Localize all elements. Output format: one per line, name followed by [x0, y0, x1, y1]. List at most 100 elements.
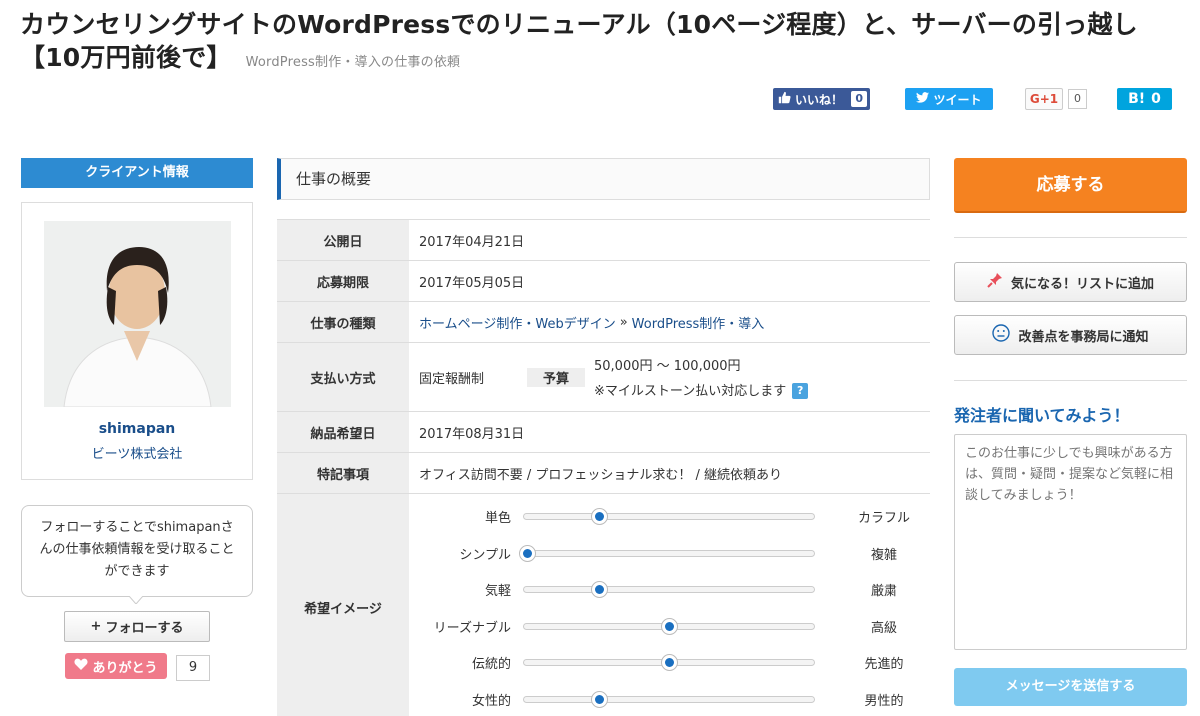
- slider-right-label: 先進的: [864, 657, 904, 672]
- slider-left-label: シンプル: [459, 547, 511, 563]
- published-label: 公開日: [277, 220, 409, 260]
- slider-left-label: 伝統的: [471, 657, 511, 672]
- table-row: 仕事の種類 ホームページ制作・Webデザイン » WordPress制作・導入: [277, 302, 930, 343]
- bubble-tail: [129, 596, 143, 604]
- table-row: 納品希望日 2017年08月31日: [277, 412, 930, 453]
- follow-button-label: フォローする: [105, 621, 184, 636]
- report-button[interactable]: 改善点を事務局に通知: [954, 315, 1187, 355]
- client-card: shimapan ビーツ株式会社: [21, 202, 253, 480]
- divider: [954, 380, 1187, 381]
- thanks-count: 9: [176, 655, 210, 681]
- tweet-label: ツイート: [933, 92, 982, 107]
- table-row: 支払い方式 固定報酬制 予算 50,000円 〜 100,000円 ※マイルスト…: [277, 343, 930, 412]
- slider-knob: [591, 690, 609, 708]
- question-textarea[interactable]: [954, 434, 1187, 650]
- breadcrumb-separator: »: [619, 314, 628, 330]
- google-plus-count: 0: [1068, 89, 1087, 109]
- add-to-list-button[interactable]: 気になる！リストに追加: [954, 262, 1187, 302]
- image-slider: リーズナブル 高級: [409, 608, 930, 645]
- hatena-bookmark-button[interactable]: B! 0: [1117, 88, 1172, 110]
- image-slider: 単色 カラフル: [409, 498, 930, 535]
- image-sliders: 単色 カラフル シンプル 複雑 気軽 厳粛 リーズナブル 高級 伝統的 先進的 …: [409, 494, 930, 716]
- budget-range: 50,000円 〜 100,000円: [594, 358, 741, 374]
- follow-info-text: フォローすることでshimapanさんの仕事依頼情報を受け取ることができます: [39, 520, 235, 579]
- client-info-header: クライアント情報: [21, 158, 253, 188]
- budget-label: 予算: [527, 367, 585, 387]
- notes-label: 特記事項: [277, 453, 409, 493]
- slider-track: [523, 581, 815, 598]
- notes-value: オフィス訪問不要 / プロフェッショナル求む！ / 継続依頼あり: [419, 467, 783, 483]
- hatena-label: B!: [1128, 91, 1146, 107]
- help-icon[interactable]: ?: [792, 383, 809, 400]
- slider-knob: [661, 617, 678, 635]
- job-subcategory-link[interactable]: WordPress制作・導入: [632, 313, 765, 332]
- image-slider: 女性的 男性的: [409, 681, 930, 716]
- neutral-face-icon: [992, 324, 1011, 346]
- tweet-button[interactable]: ツイート: [905, 88, 993, 110]
- image-label: 希望イメージ: [277, 494, 409, 716]
- table-row: 希望イメージ 単色 カラフル シンプル 複雑 気軽 厳粛 リーズナブル 高級 伝…: [277, 494, 930, 716]
- slider-knob: [591, 508, 609, 525]
- like-count: 0: [851, 91, 867, 107]
- slider-right-label: 複雑: [870, 547, 897, 563]
- job-category[interactable]: WordPress制作・導入の仕事の依頼: [246, 55, 461, 70]
- published-date: 2017年04月21日: [419, 234, 525, 250]
- add-to-list-label: 気になる！リストに追加: [1010, 276, 1154, 292]
- slider-track: [523, 690, 815, 708]
- slider-left-label: リーズナブル: [433, 620, 511, 636]
- avatar[interactable]: [44, 221, 231, 407]
- slider-left-label: 女性的: [471, 693, 511, 709]
- slider-knob: [661, 654, 678, 671]
- hatena-count: 0: [1151, 91, 1161, 107]
- page-title: カウンセリングサイトのWordPressでのリニューアル（10ページ程度）と、サ…: [20, 8, 1190, 79]
- slider-track: [523, 508, 815, 525]
- slider-left-label: 気軽: [484, 584, 511, 599]
- divider: [954, 237, 1187, 238]
- ask-title: 発注者に聞いてみよう！: [954, 406, 1130, 425]
- thumbs-up-icon: [773, 91, 795, 107]
- slider-right-label: 男性的: [864, 693, 904, 709]
- send-message-button[interactable]: メッセージを送信する: [954, 668, 1187, 706]
- image-slider: シンプル 複雑: [409, 535, 930, 572]
- job-detail-table: 公開日 2017年04月21日 応募期限 2017年05月05日 仕事の種類 ホ…: [277, 219, 930, 716]
- job-type-label: 仕事の種類: [277, 302, 409, 342]
- table-row: 特記事項 オフィス訪問不要 / プロフェッショナル求む！ / 継続依頼あり: [277, 453, 930, 494]
- apply-button[interactable]: 応募する: [954, 158, 1187, 213]
- job-category-link[interactable]: ホームページ制作・Webデザイン: [419, 313, 616, 332]
- follow-button[interactable]: + フォローする: [64, 611, 210, 642]
- job-type-value: ホームページ制作・Webデザイン » WordPress制作・導入: [409, 302, 930, 342]
- delivery-date: 2017年08月31日: [419, 426, 525, 442]
- payment-value: 固定報酬制 予算 50,000円 〜 100,000円 ※マイルストーン払い対応…: [409, 343, 930, 411]
- deadline-label: 応募期限: [277, 261, 409, 301]
- table-row: 応募期限 2017年05月05日: [277, 261, 930, 302]
- facebook-like-button[interactable]: いいね！ 0: [773, 88, 870, 110]
- slider-right-label: カラフル: [857, 511, 910, 526]
- deadline-date: 2017年05月05日: [419, 275, 525, 291]
- delivery-label: 納品希望日: [277, 412, 409, 452]
- page-header: カウンセリングサイトのWordPressでのリニューアル（10ページ程度）と、サ…: [20, 8, 1190, 79]
- report-label: 改善点を事務局に通知: [1018, 329, 1149, 345]
- twitter-bird-icon: [916, 92, 930, 106]
- milestone-text: ※マイルストーン払い対応します: [594, 383, 787, 399]
- slider-knob: [591, 581, 609, 598]
- client-company[interactable]: ビーツ株式会社: [22, 443, 252, 462]
- job-summary-header: 仕事の概要: [277, 158, 930, 200]
- milestone-note: ※マイルストーン払い対応します?: [594, 380, 930, 400]
- slider-track: [523, 654, 815, 671]
- image-slider: 気軽 厳粛: [409, 571, 930, 608]
- client-username[interactable]: shimapan: [22, 421, 252, 437]
- payment-method: 固定報酬制: [419, 371, 485, 387]
- slider-knob: [518, 544, 536, 562]
- payment-label: 支払い方式: [277, 343, 409, 411]
- google-plus-button[interactable]: G+1 0: [1025, 88, 1091, 110]
- slider-track: [518, 544, 815, 562]
- follow-info-bubble: フォローすることでshimapanさんの仕事依頼情報を受け取ることができます: [21, 505, 253, 597]
- plus-icon: +: [90, 619, 102, 634]
- like-label: いいね！: [795, 92, 844, 107]
- slider-right-label: 高級: [870, 620, 897, 636]
- google-plus-label: G+1: [1025, 88, 1063, 110]
- thanks-label: ありがとう: [92, 660, 158, 676]
- budget-value: 50,000円 〜 100,000円 ※マイルストーン払い対応します?: [585, 355, 930, 400]
- image-slider: 伝統的 先進的: [409, 644, 930, 681]
- thanks-button[interactable]: ありがとう: [65, 653, 167, 679]
